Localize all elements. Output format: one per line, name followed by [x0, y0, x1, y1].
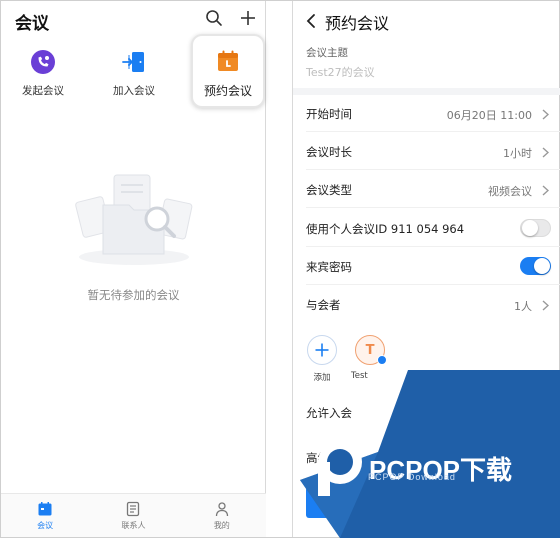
- topic-input[interactable]: Test27的会议: [306, 64, 375, 80]
- row-value: 1小时: [503, 147, 532, 160]
- page-title: 会议: [15, 14, 49, 34]
- row-value: 1人: [514, 300, 532, 313]
- row-divider: [306, 169, 560, 170]
- row-divider: [306, 207, 560, 208]
- meeting-type-row[interactable]: 会议类型 视频会议: [293, 171, 560, 208]
- participants-row[interactable]: 与会者 1人: [293, 286, 560, 323]
- row-label: 来宾密码: [306, 260, 352, 274]
- allow-join-row[interactable]: 允许入会: [293, 394, 560, 431]
- topic-label: 会议主题: [306, 47, 348, 59]
- toggle-knob: [522, 220, 538, 236]
- guest-password-toggle[interactable]: [520, 257, 551, 275]
- row-divider: [306, 284, 560, 285]
- join-meeting-button[interactable]: 加入会议: [98, 47, 170, 98]
- schedule-meeting-label: 预约会议: [203, 84, 252, 98]
- contacts-icon: [124, 500, 142, 518]
- row-label: 开始时间: [306, 107, 352, 121]
- tab-meetings-label: 会议: [37, 521, 54, 530]
- host-badge-icon: [377, 355, 387, 365]
- participant-name: Test: [351, 371, 368, 381]
- chevron-right-icon: [540, 145, 550, 159]
- schedule-submit-button[interactable]: 预约会议: [306, 487, 550, 518]
- row-value: 视频会议: [488, 185, 532, 198]
- schedule-meeting-button[interactable]: 预约会议: [191, 34, 265, 108]
- watermark-subtitle: PCPOP Download: [368, 472, 456, 482]
- row-label: 高级设置: [306, 451, 352, 465]
- person-icon: [213, 500, 231, 518]
- tab-me-label: 我的: [213, 521, 230, 530]
- tab-contacts-label: 联系人: [121, 521, 146, 530]
- chevron-right-icon: [540, 107, 550, 121]
- bottom-tab-bar: 会议 联系人 我的: [1, 493, 266, 537]
- toggle-knob: [534, 258, 550, 274]
- participant-list: 添加 T Test: [293, 331, 560, 391]
- calendar-icon: [213, 46, 243, 76]
- row-divider: [306, 246, 560, 247]
- meetings-home-screen: 会议 发起会议 加入会议 预约会议 暂无待参加的会议 会议 联系人 我的: [1, 1, 266, 537]
- row-label: 会议时长: [306, 145, 352, 159]
- empty-state-illustration: [69, 169, 199, 269]
- search-icon[interactable]: [203, 7, 225, 29]
- section-divider: [293, 88, 560, 95]
- add-participant-label: 添加: [313, 373, 331, 383]
- row-label: 使用个人会议ID 911 054 964: [306, 222, 465, 236]
- empty-state-text: 暂无待参加的会议: [87, 288, 180, 302]
- row-label: 会议类型: [306, 183, 352, 197]
- back-icon[interactable]: [301, 11, 321, 31]
- calendar-icon: [36, 500, 54, 518]
- join-door-icon: [119, 47, 149, 77]
- page-title: 预约会议: [325, 14, 390, 33]
- tab-me[interactable]: 我的: [178, 494, 266, 537]
- plus-icon[interactable]: [237, 7, 259, 29]
- phone-video-icon: [28, 47, 58, 77]
- tab-contacts[interactable]: 联系人: [89, 494, 177, 537]
- start-meeting-button[interactable]: 发起会议: [7, 47, 79, 98]
- start-time-row[interactable]: 开始时间 06月20日 11:00: [293, 95, 560, 132]
- guest-password-row: 来宾密码: [293, 248, 560, 285]
- chevron-right-icon: [540, 298, 550, 312]
- chevron-right-icon: [540, 183, 550, 197]
- tab-meetings[interactable]: 会议: [1, 494, 89, 537]
- duration-row[interactable]: 会议时长 1小时: [293, 133, 560, 170]
- personal-id-row: 使用个人会议ID 911 054 964: [293, 210, 560, 247]
- row-label: 与会者: [306, 298, 341, 312]
- nav-header: 预约会议: [293, 1, 560, 41]
- personal-id-toggle[interactable]: [520, 219, 551, 237]
- add-participant-button[interactable]: [307, 335, 337, 365]
- row-label: 允许入会: [306, 406, 352, 420]
- join-meeting-label: 加入会议: [113, 85, 155, 97]
- row-divider: [306, 131, 560, 132]
- start-meeting-label: 发起会议: [22, 85, 64, 97]
- row-value: 06月20日 11:00: [446, 109, 532, 122]
